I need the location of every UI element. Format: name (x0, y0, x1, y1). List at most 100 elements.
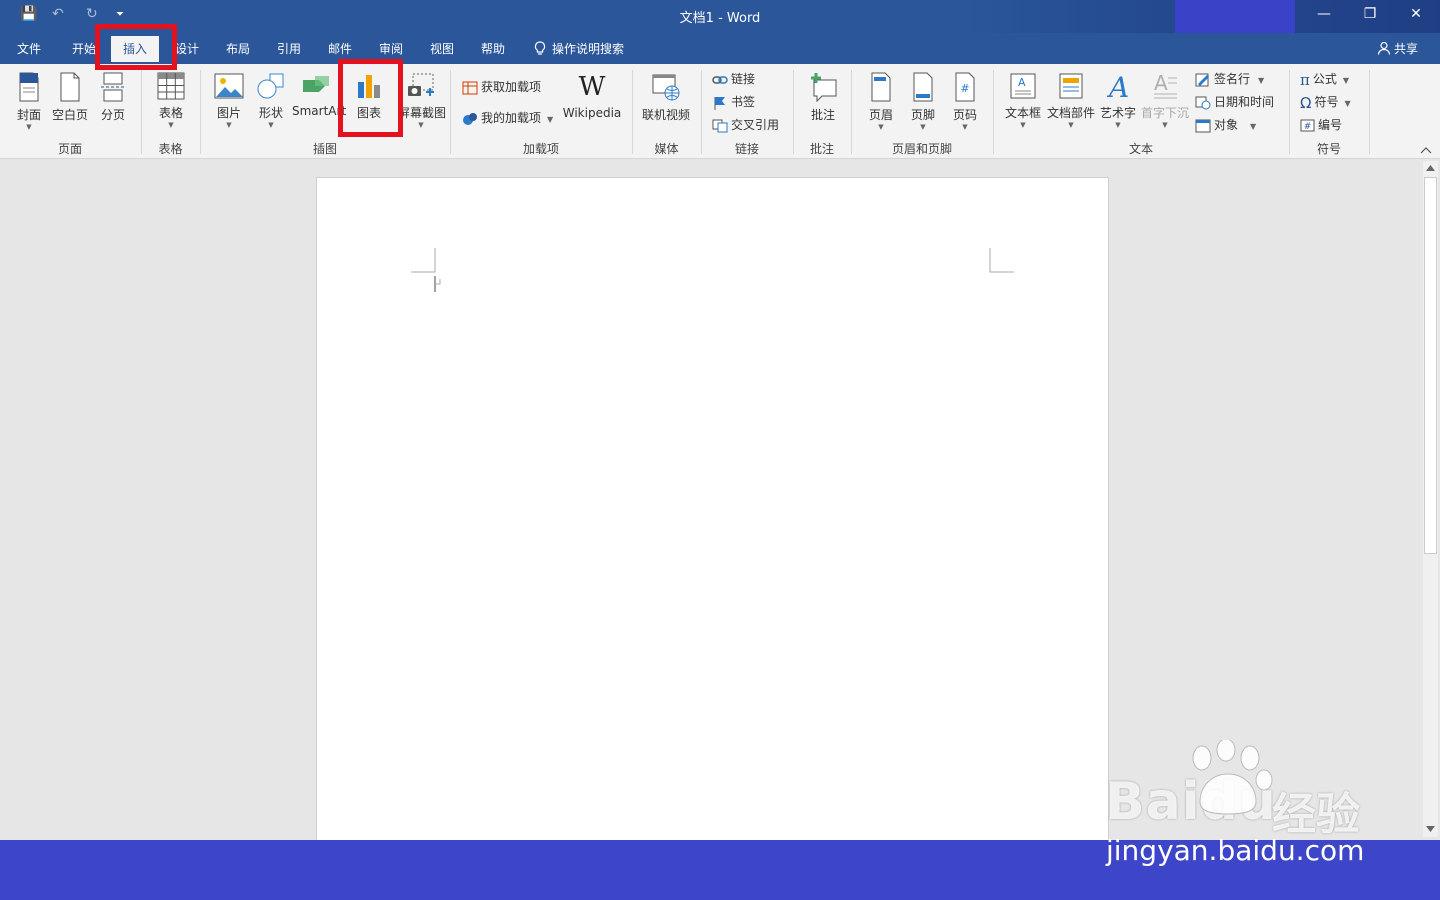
tab-help[interactable]: 帮助 (481, 40, 505, 57)
group-tables-label: 表格 (158, 142, 183, 156)
my-addins-button[interactable]: 我的加载项 ▼ (462, 109, 553, 127)
footer-button[interactable]: 页脚 ▼ (904, 72, 942, 131)
drop-cap-label: 首字下沉 (1140, 106, 1189, 120)
table-button[interactable]: 表格 ▼ (153, 72, 189, 129)
picture-label: 图片 (216, 106, 241, 120)
tab-layout[interactable]: 布局 (226, 40, 250, 57)
hash-glyph: # (960, 82, 969, 95)
link-button[interactable]: 链接 (712, 70, 755, 87)
new-comment-label: 批注 (810, 108, 835, 122)
get-addins-button[interactable]: 获取加载项 (462, 78, 541, 96)
minimize-button[interactable]: — (1314, 6, 1334, 22)
scroll-down-icon[interactable] (1426, 826, 1435, 832)
header-button[interactable]: 页眉 ▼ (862, 72, 900, 131)
footer-icon (913, 72, 933, 102)
wordart-button[interactable]: A 艺术字 ▼ (1098, 72, 1138, 129)
online-video-button[interactable]: 联机视频 (640, 72, 692, 123)
bookmark-label: 书签 (731, 95, 756, 109)
group-media-label: 媒体 (654, 142, 679, 156)
page-number-caret-icon: ▼ (962, 123, 968, 131)
scroll-up-icon[interactable] (1426, 165, 1435, 171)
text-box-label: 文本框 (1004, 106, 1041, 120)
page-break-icon (101, 72, 125, 102)
vertical-scrollbar[interactable] (1423, 161, 1438, 837)
shapes-label: 形状 (258, 106, 283, 120)
page-break-button[interactable]: 分页 (96, 72, 130, 123)
table-caret-icon: ▼ (168, 121, 174, 129)
collapse-ribbon-icon[interactable] (1420, 146, 1432, 154)
object-button[interactable]: 对象 ▼ (1195, 116, 1256, 133)
ribbon: 封面 ▼ 空白页 分页 页面 表格 ▼ 表格 图片 ▼ 形状 ▼ SmartAr… (0, 64, 1440, 159)
tab-review[interactable]: 审阅 (379, 40, 403, 57)
restore-button[interactable]: ❐ (1360, 6, 1380, 22)
header-caret-icon: ▼ (878, 123, 884, 131)
picture-icon (214, 73, 244, 99)
object-label: 对象 (1214, 118, 1239, 132)
equation-button[interactable]: π 公式 ▼ (1300, 70, 1349, 89)
smartart-label: SmartArt (292, 104, 347, 118)
share-label: 共享 (1393, 42, 1418, 56)
document-page[interactable] (316, 177, 1109, 841)
picture-button[interactable]: 图片 ▼ (211, 72, 247, 129)
pi-icon: π (1300, 70, 1310, 89)
screenshot-button[interactable]: 屏幕截图 ▼ (398, 72, 446, 129)
drop-cap-icon: A (1154, 72, 1177, 99)
shapes-button[interactable]: 形状 ▼ (253, 72, 289, 129)
symbol-button[interactable]: Ω 符号 ▼ (1300, 93, 1351, 112)
tab-view[interactable]: 视图 (430, 40, 454, 57)
calendar-icon (1195, 96, 1211, 109)
number-button[interactable]: # 编号 (1300, 116, 1342, 133)
table-label: 表格 (158, 106, 183, 120)
tab-references[interactable]: 引用 (277, 40, 301, 57)
group-comments-label: 批注 (809, 142, 834, 156)
tab-file[interactable]: 文件 (17, 40, 41, 57)
header-icon (871, 72, 891, 102)
cross-reference-button[interactable]: 交叉引用 (712, 116, 779, 133)
right-margin-mark (989, 248, 1014, 273)
text-box-button[interactable]: A 文本框 ▼ (1003, 72, 1043, 129)
blank-page-label: 空白页 (51, 108, 88, 122)
wikipedia-icon: W (578, 72, 606, 102)
footer-caret-icon: ▼ (920, 123, 926, 131)
quick-parts-label: 文档部件 (1046, 106, 1095, 120)
header-label: 页眉 (868, 108, 893, 122)
shapes-caret-icon: ▼ (268, 121, 274, 129)
cover-page-button[interactable]: 封面 ▼ (12, 72, 46, 131)
link-icon (712, 75, 728, 84)
group-text-label: 文本 (1128, 142, 1153, 156)
share-button[interactable]: 共享 (1377, 40, 1418, 57)
svg-text:A: A (1154, 72, 1168, 95)
blank-page-button[interactable]: 空白页 (50, 72, 90, 123)
wordart-icon: A (1106, 72, 1129, 100)
new-comment-button[interactable]: 批注 (803, 72, 843, 123)
date-time-button[interactable]: 日期和时间 (1195, 93, 1274, 110)
signature-line-label: 签名行 (1214, 72, 1251, 86)
footer-label: 页脚 (910, 108, 935, 122)
text-box-icon: A (1010, 73, 1036, 99)
scroll-thumb[interactable] (1424, 177, 1437, 554)
quick-parts-button[interactable]: 文档部件 ▼ (1046, 72, 1096, 129)
group-pages-label: 页面 (57, 142, 82, 156)
wikipedia-button[interactable]: W Wikipedia (562, 72, 622, 120)
tab-mailings[interactable]: 邮件 (328, 40, 352, 57)
picture-caret-icon: ▼ (226, 121, 232, 129)
svg-text:A: A (1018, 76, 1026, 89)
tell-me-search[interactable]: 操作说明搜索 (533, 40, 624, 57)
smartart-icon (303, 76, 329, 92)
bookmark-button[interactable]: 书签 (712, 93, 755, 110)
equation-caret-icon: ▼ (1342, 76, 1350, 85)
watermark-url: jingyan.baidu.com (1106, 834, 1365, 867)
online-video-icon (652, 74, 680, 101)
my-addins-label: 我的加载项 (481, 111, 542, 125)
tab-home[interactable]: 开始 (72, 40, 96, 57)
tab-design[interactable]: 设计 (175, 40, 199, 57)
smartart-button[interactable]: SmartArt (292, 72, 347, 118)
object-caret-icon: ▼ (1250, 122, 1257, 131)
wikipedia-label: Wikipedia (562, 106, 622, 120)
page-number-button[interactable]: # 页码 ▼ (946, 72, 984, 131)
close-button[interactable]: ✕ (1406, 6, 1426, 22)
drop-cap-button: A 首字下沉 ▼ (1140, 72, 1190, 129)
page-break-label: 分页 (100, 108, 125, 122)
window-title: 文档1 - Word (679, 11, 761, 26)
signature-line-button[interactable]: 签名行 ▼ (1195, 70, 1264, 87)
